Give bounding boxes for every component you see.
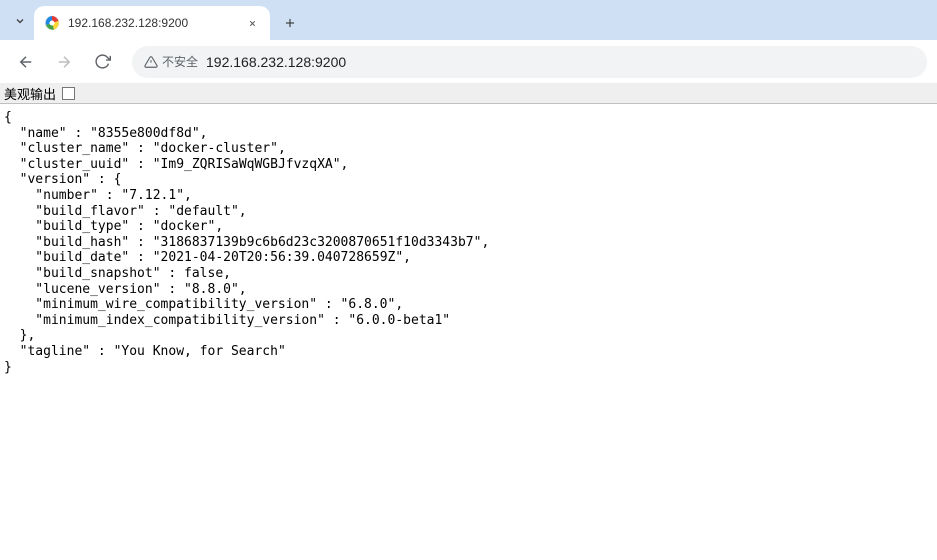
browser-toolbar: 不安全 192.168.232.128:9200 <box>0 40 937 84</box>
arrow-left-icon <box>17 53 35 71</box>
browser-tab-strip: 192.168.232.128:9200 <box>0 0 937 40</box>
address-bar[interactable]: 不安全 192.168.232.128:9200 <box>132 46 927 78</box>
json-value-version-number: 7.12.1 <box>129 188 176 203</box>
security-chip[interactable]: 不安全 <box>144 53 198 70</box>
pretty-print-label: 美观输出 <box>4 84 56 103</box>
browser-tab[interactable]: 192.168.232.128:9200 <box>34 6 270 40</box>
close-icon <box>248 19 257 28</box>
json-value-min-index-compat: 6.0.0-beta1 <box>356 313 442 328</box>
json-value-build-type: docker <box>161 219 208 234</box>
plus-icon <box>283 16 297 30</box>
pretty-print-checkbox[interactable] <box>62 87 75 100</box>
back-button[interactable] <box>10 46 42 78</box>
json-value-min-wire-compat: 6.8.0 <box>348 297 387 312</box>
forward-button[interactable] <box>48 46 80 78</box>
chevron-down-icon <box>14 15 26 27</box>
arrow-right-icon <box>55 53 73 71</box>
tab-favicon-icon <box>44 15 60 31</box>
security-label: 不安全 <box>162 53 198 70</box>
new-tab-button[interactable] <box>276 9 304 37</box>
json-value-name: 8355e800df8d <box>98 126 192 141</box>
reload-icon <box>94 53 111 70</box>
warning-triangle-icon <box>144 55 158 69</box>
pretty-print-toolbar: 美观输出 <box>0 84 937 104</box>
json-value-lucene-version: 8.8.0 <box>192 282 231 297</box>
tab-list-dropdown[interactable] <box>6 6 34 36</box>
tab-title: 192.168.232.128:9200 <box>68 16 236 30</box>
json-value-tagline: You Know, for Search <box>121 344 278 359</box>
json-value-build-snapshot: false <box>184 266 223 281</box>
json-value-build-date: 2021-04-20T20:56:39.040728659Z <box>161 250 396 265</box>
json-value-build-flavor: default <box>176 204 231 219</box>
tab-close-button[interactable] <box>244 15 260 31</box>
json-response-body: { "name" : "8355e800df8d", "cluster_name… <box>0 104 937 381</box>
json-value-cluster-name: docker-cluster <box>161 141 271 156</box>
json-value-build-hash: 3186837139b9c6b6d23c3200870651f10d3343b7 <box>161 235 474 250</box>
reload-button[interactable] <box>86 46 118 78</box>
json-value-cluster-uuid: Im9_ZQRISaWqWGBJfvzqXA <box>161 157 333 172</box>
address-url: 192.168.232.128:9200 <box>206 54 915 70</box>
